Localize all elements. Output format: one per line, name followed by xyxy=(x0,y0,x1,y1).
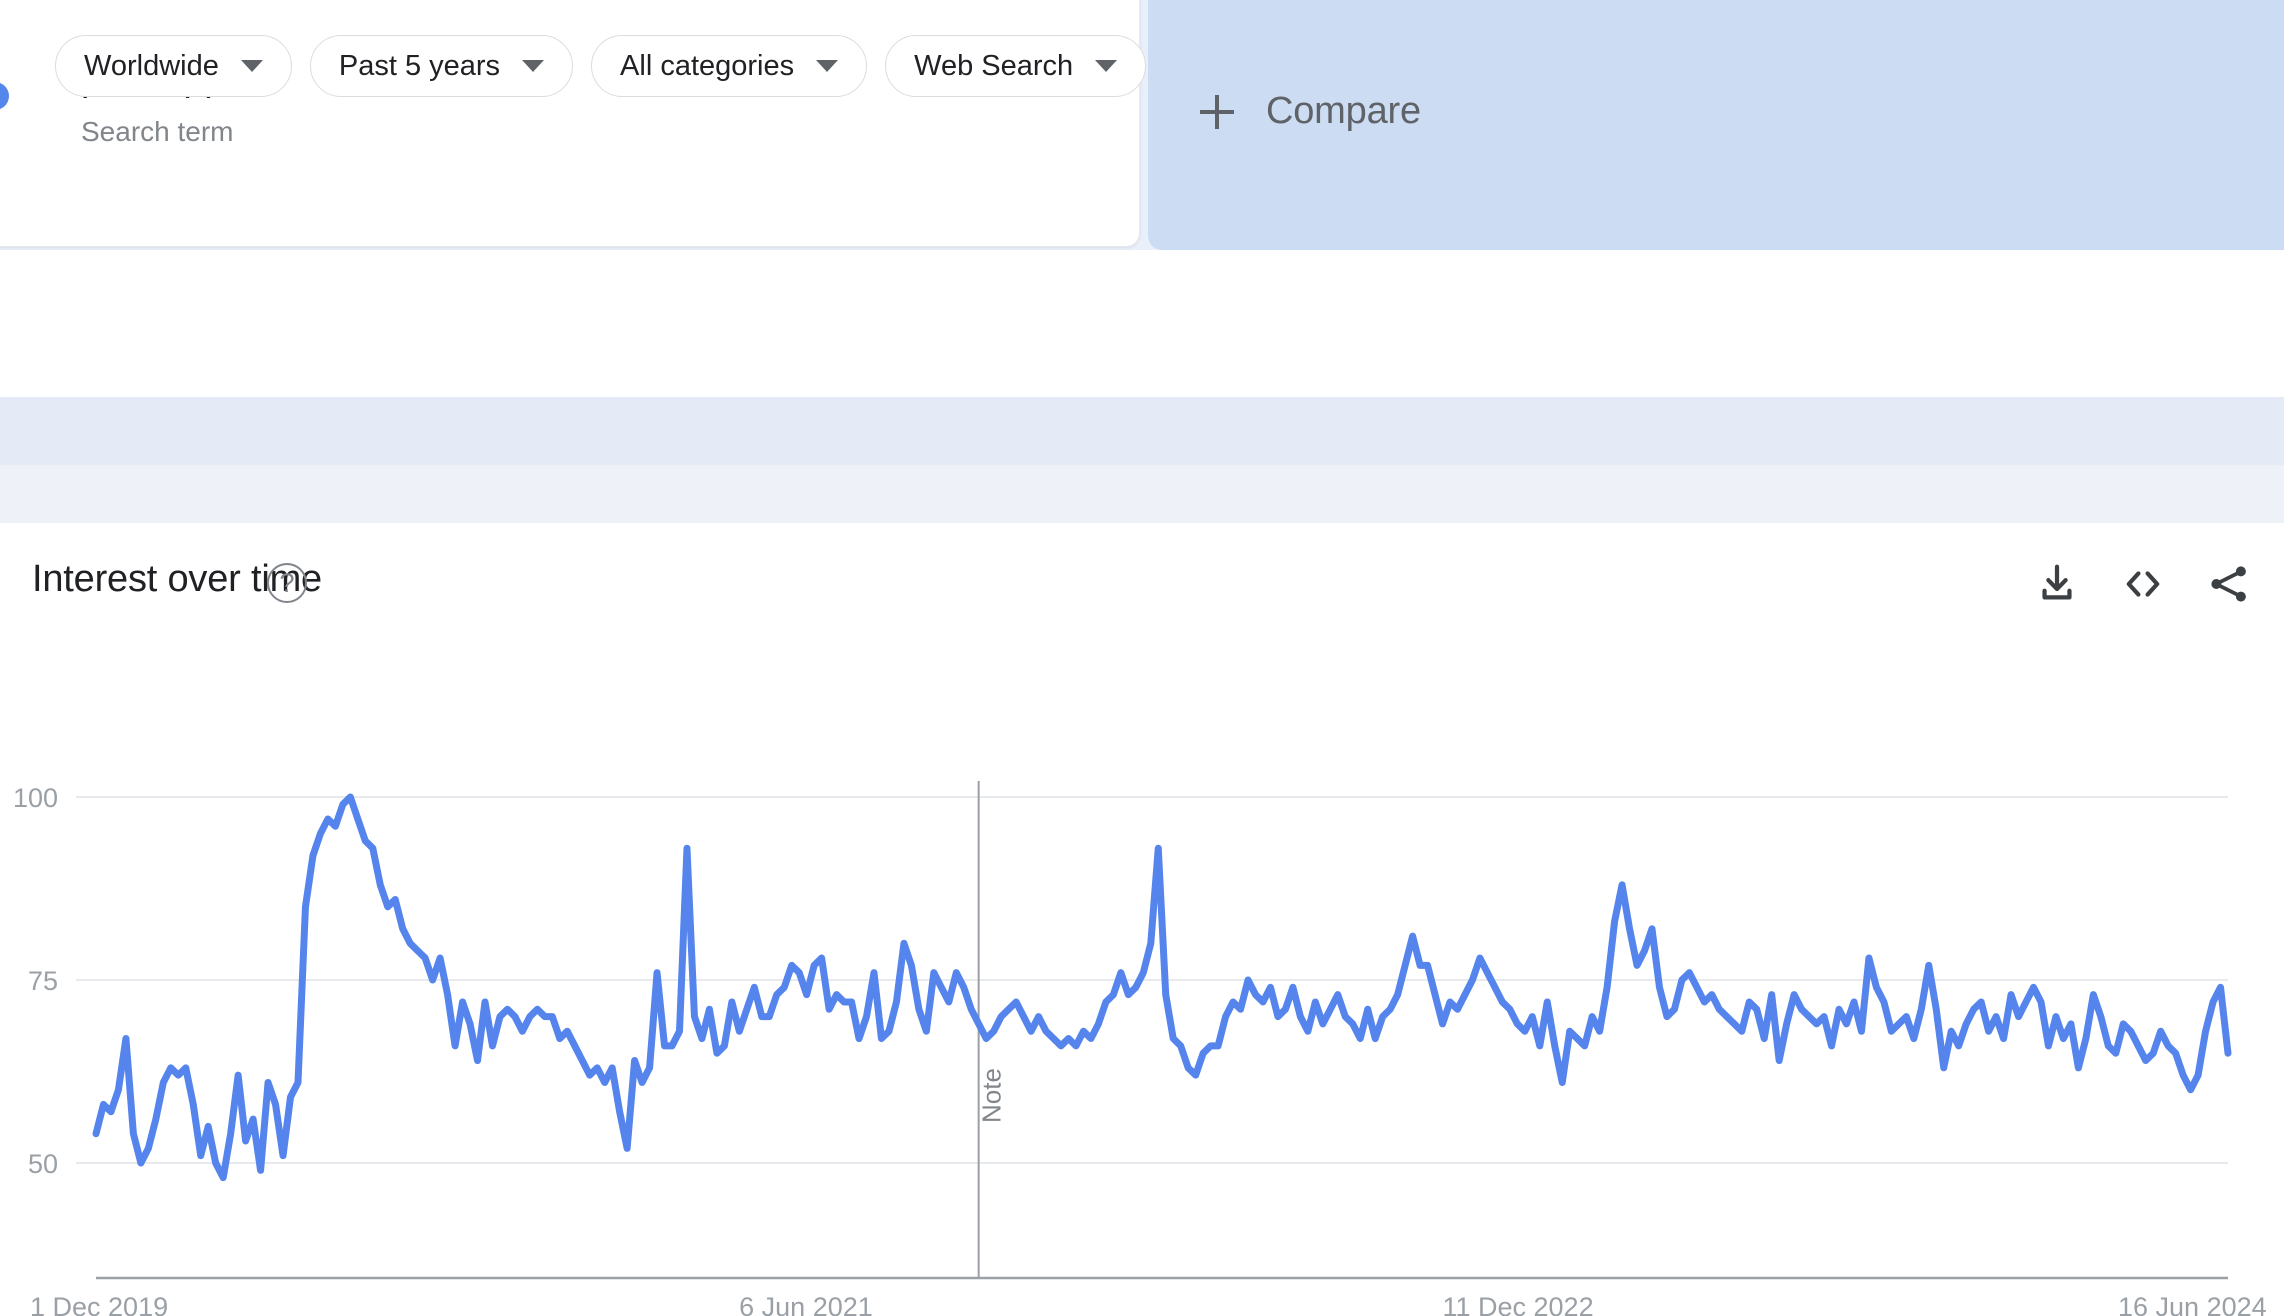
interest-over-time-chart[interactable]: 1007550251 Dec 20196 Jun 202111 Dec 2022… xyxy=(0,523,2284,1316)
svg-text:75: 75 xyxy=(28,966,58,996)
svg-text:6 Jun 2021: 6 Jun 2021 xyxy=(739,1292,873,1316)
compare-label: Compare xyxy=(1266,90,1421,132)
series-color-dot xyxy=(0,82,9,110)
svg-text:11 Dec 2022: 11 Dec 2022 xyxy=(1442,1292,1593,1316)
chevron-down-icon xyxy=(816,60,839,72)
filter-chip-location-label: Worldwide xyxy=(84,49,219,82)
svg-text:1 Dec 2019: 1 Dec 2019 xyxy=(30,1292,168,1316)
chevron-down-icon xyxy=(1095,60,1118,72)
background-band-upper xyxy=(0,397,2284,465)
filter-chip-timerange[interactable]: Past 5 years xyxy=(309,35,574,97)
chevron-down-icon xyxy=(522,60,545,72)
compare-button[interactable]: Compare xyxy=(1200,90,1421,133)
filter-chip-searchtype[interactable]: Web Search xyxy=(885,35,1147,97)
filter-chip-category-label: All categories xyxy=(620,49,795,82)
filter-bar xyxy=(0,267,2284,397)
svg-text:16 Jun 2024: 16 Jun 2024 xyxy=(2118,1292,2267,1316)
filter-chip-location[interactable]: Worldwide xyxy=(55,35,292,97)
filter-chip-searchtype-label: Web Search xyxy=(914,49,1074,82)
filter-chip-category[interactable]: All categories xyxy=(591,35,868,97)
filter-chip-group: Worldwide Past 5 years All categories We… xyxy=(55,35,1147,97)
svg-text:Note: Note xyxy=(977,1068,1007,1123)
plus-icon xyxy=(1200,94,1234,129)
filter-chip-timerange-label: Past 5 years xyxy=(338,49,501,82)
chevron-down-icon xyxy=(240,60,263,72)
svg-text:50: 50 xyxy=(28,1149,58,1179)
search-term-type: Search term xyxy=(81,116,234,147)
google-trends-page: pet supplies Search term Compare Worldwi… xyxy=(0,0,2284,1316)
interest-over-time-card: Interest over time ? 1007550251 Dec 2019… xyxy=(0,523,2284,1316)
svg-text:100: 100 xyxy=(13,783,58,813)
